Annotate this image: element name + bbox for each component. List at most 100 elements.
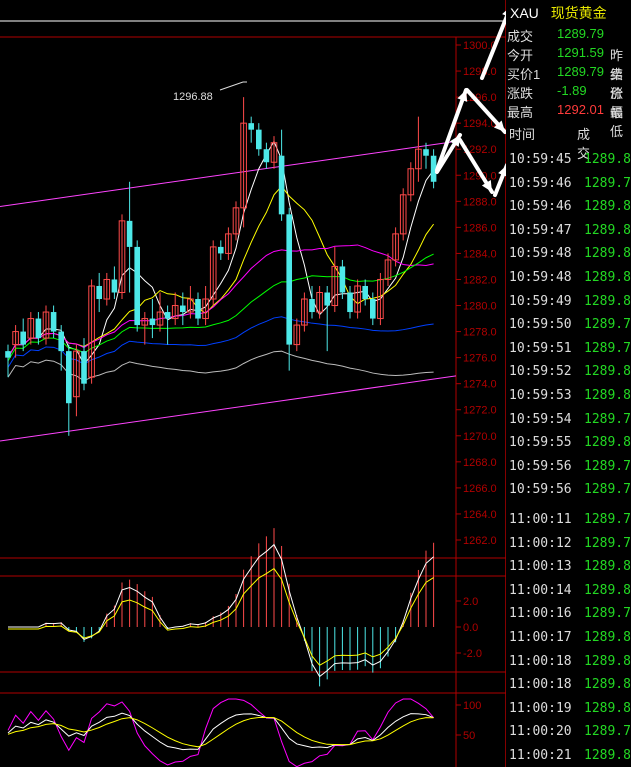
quote-label: 成交 — [507, 29, 534, 44]
tick-time: 11:00:20 — [509, 724, 572, 740]
candle-body — [126, 220, 133, 247]
tick-row[interactable]: 10:59:45 1289.83 — [509, 152, 631, 167]
candle-body — [286, 214, 292, 345]
time-header: 时间 — [509, 127, 536, 142]
tick-row[interactable]: 10:59:56 1289.77 — [509, 459, 631, 474]
price-tick-label: 1284.0 — [463, 248, 497, 260]
quote-label: 最高 — [507, 105, 534, 120]
tick-row[interactable]: 11:00:16 1289.78 — [509, 606, 631, 621]
tick-time: 10:59:48 — [509, 270, 572, 285]
macd-tick-label: -2.0 — [463, 648, 482, 660]
quote-value: 1289.79 — [557, 64, 604, 79]
tick-row[interactable]: 11:00:18 1289.87 — [509, 653, 631, 669]
tick-price: 1289.81 — [584, 246, 631, 262]
tick-row[interactable]: 10:59:56 1289.79 — [509, 482, 631, 497]
tick-row[interactable]: 10:59:52 1289.85 — [509, 364, 631, 380]
price-tick-label: 1270.0 — [463, 431, 497, 443]
macd-panel: 2.0 0.0 -2.0 — [8, 528, 482, 687]
price-tick-label: 1280.0 — [463, 301, 497, 313]
tick-price: 1289.84 — [584, 582, 631, 598]
tick-row[interactable]: 10:59:46 1289.82 — [509, 199, 631, 214]
tick-row[interactable]: 11:00:19 1289.82 — [509, 700, 631, 716]
price-tick-label: 1278.0 — [463, 327, 497, 339]
tick-price: 1289.77 — [584, 411, 631, 427]
tick-row[interactable]: 10:59:46 1289.78 — [509, 176, 631, 191]
tick-time: 10:59:49 — [509, 293, 572, 309]
kdj-tick-label: 100 — [463, 700, 481, 712]
quote-row-2: 买价1 1289.79 卖价 — [507, 64, 623, 101]
price-tick-label: 1274.0 — [463, 379, 497, 391]
quote-value: 1291.59 — [557, 45, 604, 60]
pointer-arrow — [435, 88, 468, 172]
candle-body — [324, 292, 330, 306]
price-tick-label: 1264.0 — [463, 509, 497, 521]
candlesticks — [5, 97, 437, 436]
tick-row[interactable]: 10:59:54 1289.77 — [509, 411, 631, 427]
candle-body — [339, 266, 346, 293]
price-tick-label: 1272.0 — [463, 405, 497, 417]
price-tick-label: 1298.0 — [463, 66, 497, 78]
tick-price: 1289.85 — [584, 364, 631, 380]
tick-price: 1289.79 — [584, 317, 631, 333]
tick-row[interactable]: 11:00:14 1289.84 — [509, 582, 631, 598]
tick-time: 11:00:19 — [509, 700, 572, 716]
ma120-line — [7, 350, 434, 382]
tick-price: 1289.84 — [584, 677, 631, 693]
candle-body — [96, 285, 102, 300]
tick-time: 10:59:54 — [509, 411, 572, 427]
tick-price: 1289.79 — [584, 512, 631, 527]
candle-body — [309, 299, 315, 313]
tick-row[interactable]: 11:00:13 1289.82 — [509, 559, 631, 574]
tick-row[interactable]: 11:00:11 1289.79 — [509, 512, 631, 527]
quote-label: 今开 — [507, 48, 534, 63]
quote-label: 涨跌 — [507, 86, 534, 101]
tick-price: 1289.80 — [584, 222, 631, 238]
tick-time: 10:59:50 — [509, 317, 572, 333]
tick-row[interactable]: 10:59:48 1289.81 — [509, 246, 631, 261]
tick-row[interactable]: 11:00:21 1289.83 — [509, 748, 631, 763]
tick-price: 1289.77 — [584, 458, 631, 474]
tick-row[interactable]: 11:00:12 1289.78 — [509, 535, 631, 551]
kdj-k — [7, 712, 434, 751]
tick-time: 10:59:45 — [509, 152, 572, 167]
tick-time: 10:59:47 — [509, 222, 572, 238]
price-tick-label: 1282.0 — [463, 274, 497, 286]
tick-row[interactable]: 11:00:18 1289.84 — [509, 677, 631, 693]
tick-row[interactable]: 10:59:50 1289.79 — [509, 317, 631, 333]
macd-tick-label: 2.0 — [463, 596, 478, 608]
quote-row-1: 今开 1291.59 昨结 — [507, 45, 623, 82]
tick-price: 1289.80 — [584, 388, 631, 403]
tick-row[interactable]: 10:59:55 1289.81 — [509, 435, 631, 450]
tick-time: 11:00:18 — [509, 677, 572, 693]
tick-price: 1289.82 — [584, 700, 631, 716]
macd-dif — [8, 543, 434, 678]
candle-body — [423, 149, 429, 156]
kdj-panel: 100 50 — [7, 698, 481, 767]
tick-row[interactable]: 10:59:51 1289.76 — [509, 340, 631, 356]
high-price-label: 1296.88 — [173, 91, 213, 103]
candle-body — [164, 312, 171, 319]
tick-row[interactable]: 10:59:53 1289.80 — [509, 388, 631, 403]
tick-row[interactable]: 11:00:20 1289.79 — [509, 724, 631, 740]
tick-time: 10:59:53 — [509, 388, 572, 403]
moving-averages — [7, 140, 435, 382]
tick-row[interactable]: 10:59:47 1289.80 — [509, 222, 631, 238]
candle-body — [195, 299, 201, 319]
tick-row[interactable]: 11:00:17 1289.88 — [509, 630, 631, 645]
tick-time: 11:00:18 — [509, 653, 572, 669]
macd-tick-label: 0.0 — [463, 622, 478, 634]
kdj-j — [7, 698, 434, 767]
price-tick-label: 1276.0 — [463, 353, 497, 365]
tick-time: 10:59:51 — [509, 340, 572, 356]
candle-body — [370, 299, 376, 319]
quote-row-4: 最高 1292.01 最低 — [507, 102, 623, 139]
tick-row[interactable]: 10:59:48 1289.82 — [509, 270, 631, 285]
tick-price: 1289.87 — [584, 653, 631, 669]
tick-price: 1289.88 — [584, 630, 631, 645]
tick-time: 10:59:52 — [509, 364, 572, 380]
tick-time: 11:00:14 — [509, 582, 572, 598]
tick-time: 11:00:12 — [509, 535, 572, 551]
candle-body — [111, 279, 118, 293]
tick-row[interactable]: 10:59:49 1289.82 — [509, 293, 631, 309]
tick-time: 11:00:21 — [509, 748, 572, 763]
